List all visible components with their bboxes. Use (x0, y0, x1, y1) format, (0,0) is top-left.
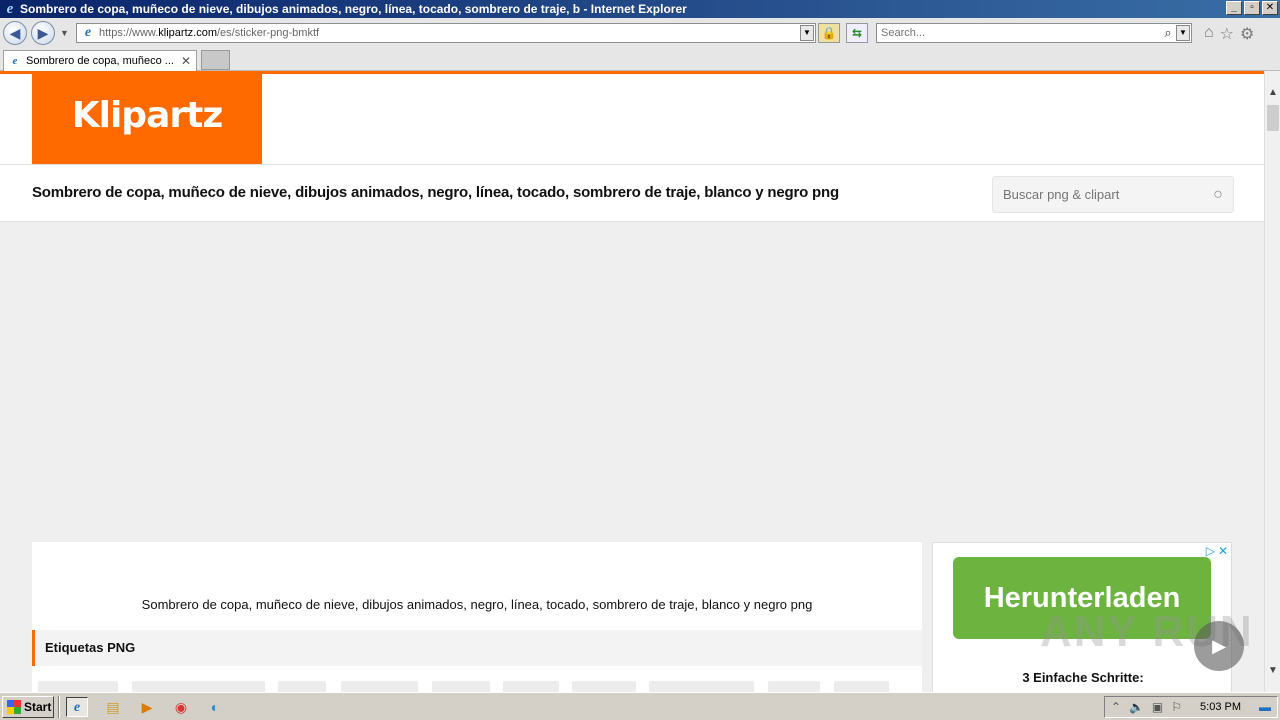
home-icon[interactable]: ⌂ (1204, 24, 1214, 44)
page-title: Sombrero de copa, muñeco de nieve, dibuj… (32, 184, 839, 201)
page-viewport: Klipartz Sombrero de copa, muñeco de nie… (0, 71, 1264, 692)
edge-icon[interactable]: ◐ (204, 697, 226, 717)
site-search-input[interactable] (993, 187, 1203, 202)
site-search-box[interactable]: ○ (992, 176, 1234, 213)
site-logo[interactable]: Klipartz (32, 74, 262, 164)
taskbar-separator (58, 696, 60, 718)
window-titlebar: e Sombrero de copa, muñeco de nieve, dib… (0, 0, 1280, 18)
toolbar-icons: ⌂ ☆ ⚙ (1204, 24, 1254, 44)
ad-subtitle: 3 Einfache Schritte: (1022, 670, 1144, 685)
media-player-icon[interactable]: ▶ (136, 697, 158, 717)
system-tray: ⌃ 🔈 ▣ ⚐ 5:03 PM ▬ (1103, 696, 1278, 718)
clock[interactable]: 5:03 PM (1200, 701, 1241, 713)
chrome-icon[interactable]: ◉ (170, 697, 192, 717)
tab-active[interactable]: e Sombrero de copa, muñeco ... ✕ (3, 50, 197, 71)
restore-button[interactable]: ▫ (1244, 1, 1260, 15)
tab-label: Sombrero de copa, muñeco ... (26, 55, 174, 67)
tray-expand-icon[interactable]: ⌃ (1111, 700, 1121, 714)
address-dropdown-icon[interactable]: ▼ (800, 25, 814, 41)
tag-pill[interactable] (768, 681, 820, 692)
address-url[interactable]: https://www.klipartz.com/es/sticker-png-… (99, 27, 800, 39)
new-tab-button[interactable] (201, 50, 230, 70)
ad-choices: ▷ ✕ (1206, 544, 1228, 558)
show-desktop-icon[interactable]: ▬ (1259, 700, 1271, 714)
site-header: Klipartz (0, 74, 1264, 165)
tag-pill[interactable] (432, 681, 490, 692)
windows-flag-icon (7, 700, 21, 714)
ad-close-icon[interactable]: ✕ (1218, 544, 1228, 558)
taskbar: Start e ▤ ▶ ◉ ◐ ⌃ 🔈 ▣ ⚐ 5:03 PM ▬ (0, 692, 1280, 720)
title-bar: Sombrero de copa, muñeco de nieve, dibuj… (0, 165, 1264, 222)
minimize-button[interactable]: _ (1226, 1, 1242, 15)
internet-explorer-icon[interactable]: e (66, 697, 88, 717)
security-lock-icon[interactable]: 🔒 (818, 23, 840, 43)
search-icon[interactable]: ⌕ (1160, 25, 1176, 41)
address-bar[interactable]: e https://www.klipartz.com/es/sticker-pn… (76, 23, 816, 43)
scroll-up-icon[interactable]: ▲ (1265, 85, 1280, 101)
tag-pill[interactable] (38, 681, 118, 692)
search-dropdown-icon[interactable]: ▼ (1176, 25, 1190, 41)
search-icon[interactable]: ○ (1203, 186, 1233, 204)
recent-pages-dropdown-icon[interactable]: ▼ (60, 28, 69, 38)
volume-icon[interactable]: 🔈 (1129, 700, 1144, 714)
tags-section-header: Etiquetas PNG (32, 630, 922, 666)
navigation-bar: ◀ ▶ ▼ e https://www.klipartz.com/es/stic… (0, 18, 1280, 48)
tag-pill[interactable] (834, 681, 889, 692)
play-icon: ▶ (1194, 621, 1244, 671)
tools-gear-icon[interactable]: ⚙ (1240, 24, 1254, 44)
tag-pill[interactable] (278, 681, 326, 692)
back-button[interactable]: ◀ (3, 21, 27, 45)
network-icon[interactable]: ▣ (1152, 700, 1163, 714)
tab-favicon-icon: e (12, 55, 18, 67)
window-title: Sombrero de copa, muñeco de nieve, dibuj… (20, 2, 687, 16)
refresh-button[interactable]: ⇆ (846, 23, 868, 43)
tag-pill[interactable] (572, 681, 636, 692)
internet-explorer-icon: e (6, 1, 14, 17)
scroll-down-icon[interactable]: ▼ (1265, 663, 1280, 679)
start-label: Start (24, 700, 52, 714)
forward-button[interactable]: ▶ (31, 21, 55, 45)
vertical-scrollbar[interactable]: ▲ ▼ (1264, 71, 1280, 692)
content-card: Sombrero de copa, muñeco de nieve, dibuj… (32, 542, 922, 692)
action-center-flag-icon[interactable]: ⚐ (1171, 700, 1182, 714)
file-explorer-icon[interactable]: ▤ (102, 697, 124, 717)
tab-strip: e Sombrero de copa, muñeco ... ✕ (0, 48, 1280, 71)
tag-pill[interactable] (341, 681, 418, 692)
image-area-placeholder (0, 222, 1264, 542)
browser-search-box[interactable]: ⌕ ▼ (876, 23, 1192, 43)
window-controls: _ ▫ ✕ (1226, 1, 1278, 15)
page-favicon-icon: e (84, 25, 92, 40)
scroll-thumb[interactable] (1267, 105, 1279, 131)
adchoices-icon[interactable]: ▷ (1206, 544, 1215, 558)
close-button[interactable]: ✕ (1262, 1, 1278, 15)
image-caption: Sombrero de copa, muñeco de nieve, dibuj… (141, 597, 813, 612)
browser-search-input[interactable] (877, 27, 1160, 39)
tab-close-icon[interactable]: ✕ (179, 54, 193, 68)
start-button[interactable]: Start (2, 696, 54, 718)
tag-pill[interactable] (649, 681, 754, 692)
tag-pill[interactable] (503, 681, 559, 692)
favorites-star-icon[interactable]: ☆ (1220, 24, 1234, 44)
tags-heading: Etiquetas PNG (45, 640, 136, 655)
tag-pill[interactable] (132, 681, 265, 692)
